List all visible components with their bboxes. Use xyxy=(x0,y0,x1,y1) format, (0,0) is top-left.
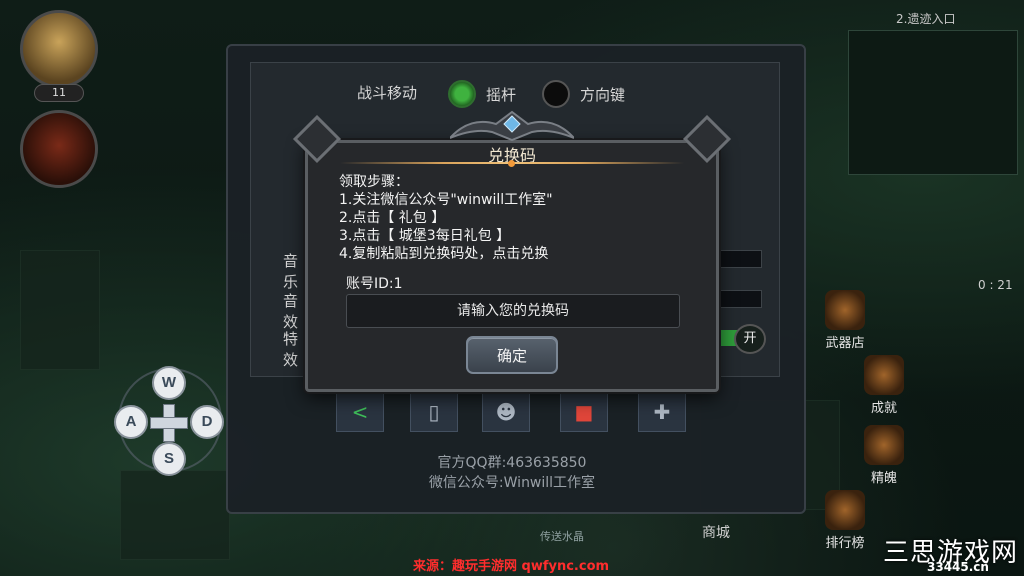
gamepad-button[interactable]: ✚ xyxy=(638,392,686,432)
effects-toggle[interactable]: 开 xyxy=(734,324,766,354)
leaderboard-icon xyxy=(825,490,865,530)
phone-bind-button[interactable]: ▯ xyxy=(410,392,458,432)
effects-row-label: 特效 xyxy=(283,330,299,369)
shop-button[interactable]: 商城 xyxy=(702,522,730,542)
leaderboard-label: 排行榜 xyxy=(825,536,865,551)
key-w-button[interactable]: W xyxy=(152,366,186,400)
sfx-volume-slider[interactable] xyxy=(712,290,762,308)
scene-tile xyxy=(20,250,100,370)
leaderboard-button[interactable]: 排行榜 xyxy=(812,490,878,556)
gift-icon: ■ xyxy=(574,400,594,424)
gift-button[interactable]: ■ xyxy=(560,392,608,432)
music-row-label: 音乐 xyxy=(283,252,299,291)
map-location-label: 传送水晶 xyxy=(540,530,584,543)
key-s-button[interactable]: S xyxy=(152,442,186,476)
achievement-button[interactable]: 成就 xyxy=(851,355,917,421)
share-button[interactable]: < xyxy=(336,392,384,432)
combat-move-label: 战斗移动 xyxy=(357,84,418,102)
sfx-row-label: 音效 xyxy=(283,292,299,331)
title-divider-gem xyxy=(508,160,515,167)
key-d-button[interactable]: D xyxy=(190,405,224,439)
source-watermark: 来源：趣玩手游网 qwfync.com xyxy=(413,559,610,574)
music-volume-slider[interactable] xyxy=(712,250,762,268)
gamepad-icon: ✚ xyxy=(653,400,671,424)
achievement-icon xyxy=(864,355,904,395)
wechat-text: 微信公众号:Winwill工作室 xyxy=(428,475,596,491)
step-item: 1.关注微信公众号"winwill工作室" xyxy=(339,192,553,208)
minimap[interactable] xyxy=(848,30,1018,175)
weapon-shop-button[interactable]: 武器店 xyxy=(812,290,878,356)
step-item: 4.复制粘贴到兑换码处，点击兑换 xyxy=(339,246,549,262)
dpad-center-icon xyxy=(150,404,188,442)
joystick-radio[interactable] xyxy=(448,80,476,108)
account-id: 账号ID:1 xyxy=(346,276,403,292)
step-item: 2.点击【 礼包 】 xyxy=(339,210,446,226)
phone-icon: ▯ xyxy=(428,400,440,424)
step-item: 3.点击【 城堡3每日礼包 】 xyxy=(339,228,511,244)
confirm-button[interactable]: 确定 xyxy=(466,336,558,374)
account-button[interactable]: ☻ xyxy=(482,392,530,432)
minimap-title: 2.遗迹入口 xyxy=(896,12,956,26)
skill-timer: 0 : 21 xyxy=(978,278,1013,292)
site-watermark-url: 33445.cn xyxy=(927,560,989,574)
achievement-label: 成就 xyxy=(870,401,897,416)
hero-portrait[interactable] xyxy=(20,10,98,88)
key-a-button[interactable]: A xyxy=(114,405,148,439)
redeem-steps: 领取步骤： 1.关注微信公众号"winwill工作室" 2.点击【 礼包 】 3… xyxy=(339,173,553,263)
user-icon: ☻ xyxy=(495,400,517,424)
steps-heading: 领取步骤： xyxy=(339,174,409,190)
weapon-shop-label: 武器店 xyxy=(825,336,865,351)
arrow-keys-option-label: 方向键 xyxy=(580,86,626,104)
dialog-crest-icon xyxy=(450,110,574,142)
redeem-code-input[interactable] xyxy=(346,294,680,328)
hero-level-badge: 11 xyxy=(34,84,84,102)
pet-portrait[interactable] xyxy=(20,110,98,188)
joystick-option-label: 摇杆 xyxy=(486,86,517,104)
share-icon: < xyxy=(351,400,369,424)
weapon-shop-icon xyxy=(825,290,865,330)
arrow-keys-radio[interactable] xyxy=(542,80,570,108)
